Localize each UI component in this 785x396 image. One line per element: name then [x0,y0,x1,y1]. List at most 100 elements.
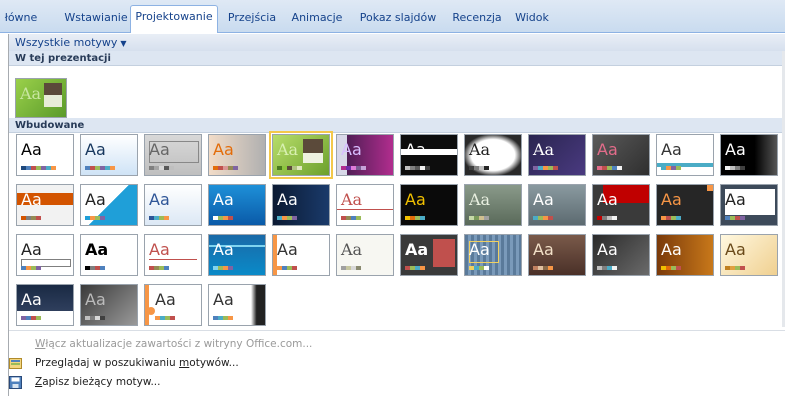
theme-thumb[interactable]: Aa [656,184,714,226]
all-themes-label: Wszystkie motywy [15,36,118,49]
color-swatches [213,166,238,170]
theme-thumb-current[interactable]: Aa [15,78,67,118]
theme-thumb[interactable]: Aa [80,184,138,226]
tab-home[interactable]: łówne [0,7,42,31]
tab-insert[interactable]: Wstawianie [58,7,134,31]
access-key: m [179,357,190,369]
color-swatches [149,166,174,170]
color-swatches [533,166,558,170]
theme-thumb[interactable]: Aa [528,134,586,176]
color-swatches [405,266,425,270]
theme-thumb[interactable]: Aa [336,184,394,226]
tab-transitions[interactable]: Przejścia [224,7,280,31]
theme-sample-text: Aa [341,190,363,209]
theme-thumb[interactable]: Aa [208,234,266,276]
browse-folder-icon [9,358,22,369]
theme-thumb[interactable]: Aa [400,134,458,176]
theme-thumb[interactable]: Aa [400,184,458,226]
color-swatches [341,216,361,220]
theme-thumb[interactable]: Aa [16,234,74,276]
label-part: Przeglądaj w poszukiwaniu [35,357,180,369]
color-swatches [597,216,617,220]
theme-sample-text: Aa [597,140,618,159]
theme-sample-text: Aa [85,240,109,259]
theme-thumb[interactable]: Aa [720,184,778,226]
theme-thumb[interactable]: Aa [464,184,522,226]
theme-thumb[interactable]: Aa [528,234,586,276]
save-current-theme-label: Zapisz bieżący motyw... [35,373,160,392]
theme-sample-text: Aa [213,140,234,159]
theme-thumb[interactable]: Aa [720,234,778,276]
theme-thumb[interactable]: Aa [400,234,458,276]
theme-thumb[interactable]: Aa [656,234,714,276]
theme-thumb[interactable]: Aa [528,184,586,226]
theme-thumb[interactable]: Aa [80,134,138,176]
theme-thumb[interactable]: Aa [80,234,138,276]
theme-thumb[interactable]: Aa [464,234,522,276]
theme-thumb[interactable]: Aa [720,134,778,176]
tab-design[interactable]: Projektowanie [130,5,218,33]
all-themes-filter-button[interactable]: Wszystkie motywy ▼ [15,36,127,49]
theme-sample-text: Aa [405,140,426,159]
theme-thumb[interactable]: Aa [272,234,330,276]
theme-thumb[interactable]: Aa [208,184,266,226]
theme-thumb[interactable]: Aa [16,284,74,326]
theme-thumb[interactable]: Aa [80,284,138,326]
theme-thumb[interactable]: Aa [208,284,266,326]
color-swatches [405,216,425,220]
theme-sample-text: Aa [597,190,618,209]
label-part: apisz bieżący motyw... [42,376,161,388]
label-part: łącz aktualizacje zawartości z witryny O… [45,338,313,350]
theme-sample-text: Aa [277,190,298,209]
theme-thumb-selected[interactable]: Aa [269,131,333,179]
browse-themes-item[interactable]: Przeglądaj w poszukiwaniu motywów... [9,354,785,373]
theme-thumb[interactable]: Aa [144,184,202,226]
theme-thumb[interactable]: Aa [144,284,202,326]
theme-thumb[interactable]: Aa [16,134,74,176]
tab-slideshow[interactable]: Pokaz slajdów [356,7,440,31]
themes-gallery-dropdown: Wszystkie motywy ▼ W tej prezentacji Aa W… [8,34,785,396]
theme-sample-text: Aa [725,240,746,259]
theme-thumb[interactable]: Aa [336,134,394,176]
color-swatches [213,216,233,220]
theme-thumb[interactable]: Aa [592,234,650,276]
tab-animations[interactable]: Animacje [288,7,346,31]
theme-thumb[interactable]: Aa [272,184,330,226]
theme-sample-text: Aa [661,140,682,159]
theme-thumb[interactable]: Aa [592,134,650,176]
color-swatches [155,316,175,320]
enable-content-updates-item[interactable]: Włącz aktualizacje zawartości z witryny … [9,335,785,354]
section-built-in: Wbudowane [9,118,785,133]
color-swatches [277,166,302,170]
access-key: W [35,338,46,350]
theme-sample-text: Aa [661,240,682,259]
theme-thumb[interactable]: Aa [16,184,74,226]
tab-review[interactable]: Recenzja [448,7,506,31]
theme-sample-text: Aa [277,240,298,259]
theme-thumb[interactable]: Aa [592,184,650,226]
color-swatches [213,316,233,320]
theme-sample-text: Aa [725,190,746,209]
theme-thumb[interactable]: Aa [208,134,266,176]
color-swatches [597,166,622,170]
color-swatches [149,216,169,220]
enable-content-updates-label: Włącz aktualizacje zawartości z witryny … [35,335,312,354]
color-swatches [21,316,41,320]
theme-sample-text: Aa [469,190,491,209]
theme-thumb[interactable]: Aa [336,234,394,276]
theme-sample-text: Aa [85,290,106,309]
save-theme-icon [9,376,22,389]
save-current-theme-item[interactable]: Zapisz bieżący motyw... [9,373,785,392]
theme-sample-text: Aa [213,240,234,259]
theme-sample-text: Aa [21,190,42,209]
tab-view[interactable]: Widok [512,7,552,31]
color-swatches [661,166,681,170]
theme-thumb[interactable]: Aa [656,134,714,176]
theme-sample-text: Aa [21,240,42,259]
theme-thumb[interactable]: Aa [464,134,522,176]
color-swatches [469,266,489,270]
theme-thumb[interactable]: Aa [144,234,202,276]
color-swatches [533,266,553,270]
theme-thumb[interactable]: Aa [144,134,202,176]
color-swatches [725,266,745,270]
